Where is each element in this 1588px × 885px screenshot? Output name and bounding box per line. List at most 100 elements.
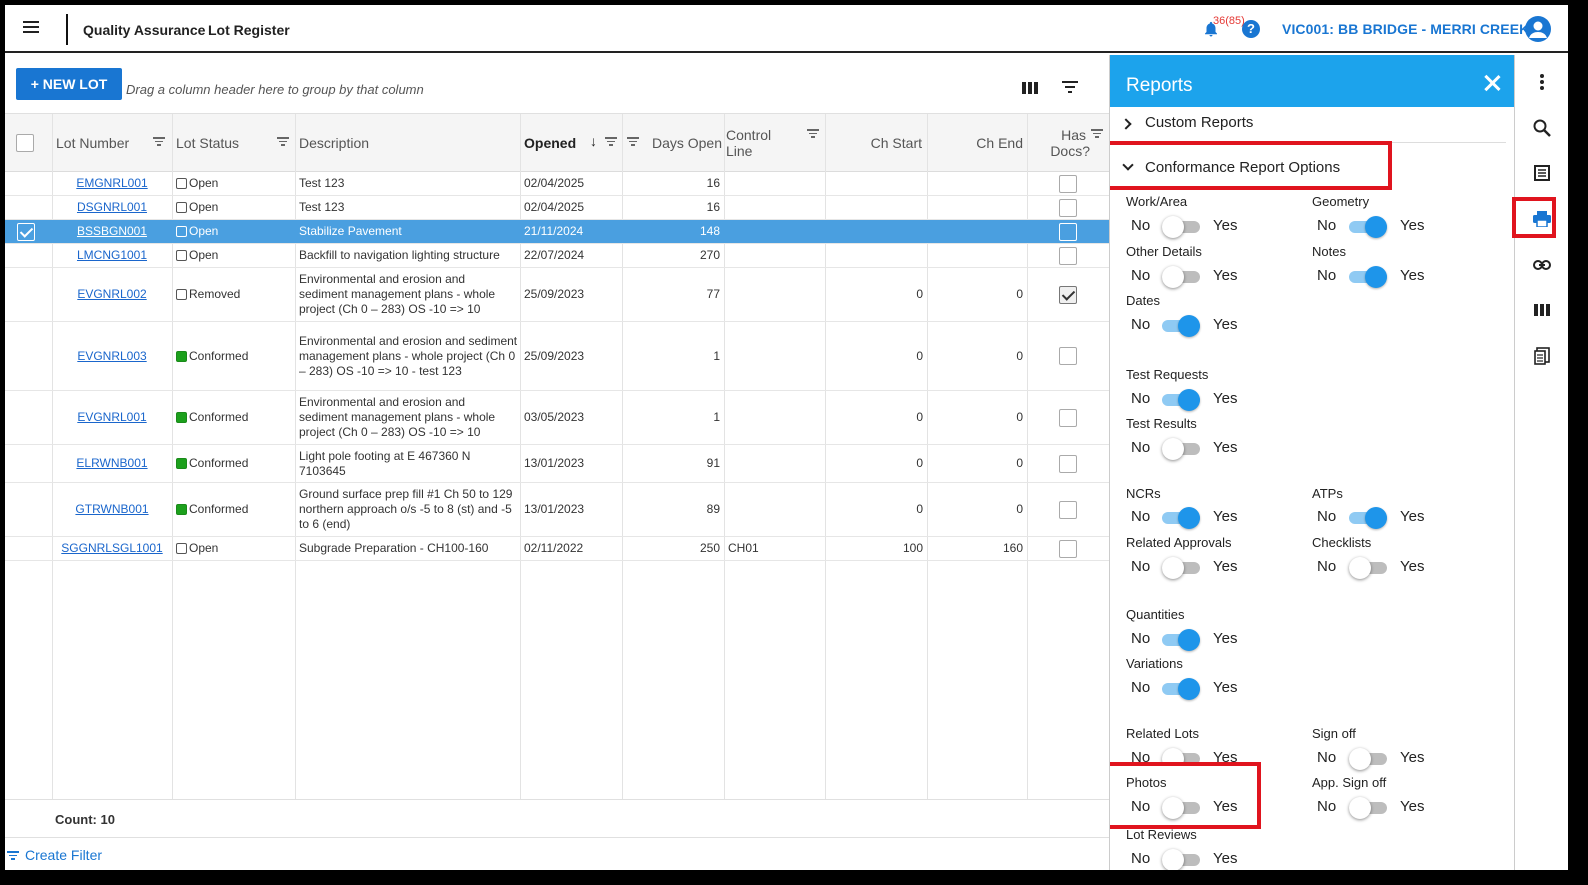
sign-off-toggle[interactable] [1349, 748, 1387, 770]
quantities-toggle[interactable] [1162, 629, 1200, 651]
lot-number-link[interactable]: ELRWNB001 [76, 456, 147, 471]
hamburger-menu-icon[interactable] [23, 21, 39, 35]
col-days-open[interactable]: Days Open [622, 114, 724, 172]
table-row-selected[interactable]: BSSBGN001 Open Stabilize Pavement 21/11/… [5, 220, 1109, 244]
list-view-icon[interactable] [1531, 162, 1553, 184]
ch-end: 0 [1016, 348, 1023, 363]
col-opened[interactable]: Opened ↓ [520, 114, 622, 172]
sort-desc-icon[interactable]: ↓ [590, 133, 597, 149]
col-filter-icon[interactable] [605, 137, 617, 147]
lot-number-link[interactable]: DSGNRL001 [77, 200, 147, 215]
status-indicator [176, 504, 187, 515]
group-by-hint[interactable]: Drag a column header here to group by th… [126, 82, 424, 97]
table-row[interactable]: EVGNRL002 Removed Environmental and eros… [5, 268, 1109, 322]
row-select-checkbox[interactable] [17, 222, 35, 241]
col-filter-icon[interactable] [153, 137, 165, 147]
col-filter-icon[interactable] [627, 137, 639, 147]
table-row[interactable]: EVGNRL001 Conformed Environmental and er… [5, 391, 1109, 445]
ncrs-toggle[interactable] [1162, 507, 1200, 529]
user-avatar-icon[interactable] [1525, 16, 1551, 42]
export-document-icon[interactable] [1531, 345, 1553, 367]
option-label-related-approvals: Related Approvals [1126, 535, 1232, 550]
work-area-toggle[interactable] [1162, 216, 1200, 238]
link-icon[interactable] [1531, 254, 1553, 276]
more-vert-icon[interactable] [1531, 71, 1553, 93]
checklists-toggle[interactable] [1349, 557, 1387, 579]
project-selector[interactable]: VIC001: BB BRIDGE - MERRI CREEK [1282, 21, 1529, 37]
new-lot-button[interactable]: + NEW LOT [16, 68, 122, 100]
has-docs-checkbox [1059, 347, 1077, 365]
lot-number-link[interactable]: EMGNRL001 [76, 176, 147, 191]
lot-number-link[interactable]: LMCNG1001 [77, 248, 147, 263]
lot-number-link[interactable]: BSSBGN001 [77, 224, 147, 239]
close-icon[interactable] [1482, 73, 1502, 93]
dates-toggle[interactable] [1162, 315, 1200, 337]
filter-icon[interactable] [1062, 81, 1078, 93]
table-row[interactable]: EMGNRL001 Open Test 123 02/04/2025 16 [5, 172, 1109, 196]
create-filter-link[interactable]: Create Filter [25, 847, 102, 863]
lot-status: Conformed [189, 410, 249, 424]
opened-date: 21/11/2024 [524, 224, 584, 238]
col-filter-icon[interactable] [807, 129, 819, 139]
status-indicator [176, 543, 187, 554]
variations-toggle[interactable] [1162, 678, 1200, 700]
table-row[interactable]: DSGNRL001 Open Test 123 02/04/2025 16 [5, 196, 1109, 220]
col-has-docs[interactable]: Has Docs? [1027, 114, 1109, 172]
lot-number-link[interactable]: SGGNRLSGL1001 [61, 541, 162, 556]
help-icon[interactable]: ? [1242, 20, 1260, 38]
days-open: 89 [706, 502, 720, 516]
col-days-open-label: Days Open [651, 135, 722, 151]
lot-description: Test 123 [299, 176, 345, 190]
custom-reports-section[interactable]: Custom Reports [1145, 114, 1253, 131]
col-ch-start[interactable]: Ch Start [825, 114, 927, 172]
chevron-down-icon[interactable] [1122, 159, 1134, 171]
control-line: CH01 [728, 541, 759, 555]
conformance-options-section[interactable]: Conformance Report Options [1145, 159, 1340, 176]
app-title[interactable]: Quality Assurance [83, 22, 205, 38]
geometry-toggle[interactable] [1349, 216, 1387, 238]
table-row[interactable]: ELRWNB001 Conformed Light pole footing a… [5, 445, 1109, 483]
table-row[interactable]: EVGNRL003 Conformed Environmental and er… [5, 322, 1109, 391]
notes-toggle[interactable] [1349, 266, 1387, 288]
col-lot-number[interactable]: Lot Number [52, 114, 172, 172]
select-all-checkbox[interactable] [16, 134, 34, 152]
lot-number-link[interactable]: EVGNRL001 [77, 410, 146, 425]
lot-number-link[interactable]: EVGNRL002 [77, 287, 146, 302]
option-label-geometry: Geometry [1312, 194, 1370, 209]
no-label: No [1317, 558, 1337, 575]
lot-reviews-toggle[interactable] [1162, 849, 1200, 870]
lot-number-link[interactable]: EVGNRL003 [77, 349, 146, 364]
option-label-variations: Variations [1126, 656, 1183, 671]
ch-start: 100 [902, 541, 923, 555]
chevron-right-icon[interactable] [1120, 118, 1132, 130]
col-filter-icon[interactable] [277, 137, 289, 147]
days-open: 148 [699, 224, 720, 238]
test-results-toggle[interactable] [1162, 438, 1200, 460]
col-ch-end[interactable]: Ch End [927, 114, 1027, 172]
column-chooser-icon[interactable] [1022, 81, 1038, 95]
other-details-toggle[interactable] [1162, 266, 1200, 288]
header-divider [66, 14, 68, 45]
table-row[interactable]: GTRWNB001 Conformed Ground surface prep … [5, 483, 1109, 537]
photos-toggle[interactable] [1162, 797, 1200, 819]
lot-description: Test 123 [299, 200, 345, 214]
search-icon[interactable] [1531, 117, 1553, 139]
col-filter-icon[interactable] [1091, 129, 1103, 139]
app-sign-off-toggle[interactable] [1349, 797, 1387, 819]
atps-toggle[interactable] [1349, 507, 1387, 529]
lot-number-link[interactable]: GTRWNB001 [75, 502, 148, 517]
test-requests-toggle[interactable] [1162, 389, 1200, 411]
no-label: No [1131, 679, 1151, 696]
opened-date: 25/09/2023 [524, 287, 585, 301]
col-control-line[interactable]: Control Line [724, 114, 825, 172]
related-approvals-toggle[interactable] [1162, 557, 1200, 579]
opened-date: 03/05/2023 [524, 410, 585, 424]
table-row[interactable]: SGGNRLSGL1001 Open Subgrade Preparation … [5, 537, 1109, 561]
table-row[interactable]: LMCNG1001 Open Backfill to navigation li… [5, 244, 1109, 268]
col-description[interactable]: Description [295, 114, 520, 172]
col-lot-status[interactable]: Lot Status [172, 114, 295, 172]
filter-bar: Create Filter [5, 837, 1109, 870]
columns-icon[interactable] [1531, 299, 1553, 321]
no-label: No [1131, 508, 1151, 525]
print-icon[interactable] [1531, 208, 1553, 230]
